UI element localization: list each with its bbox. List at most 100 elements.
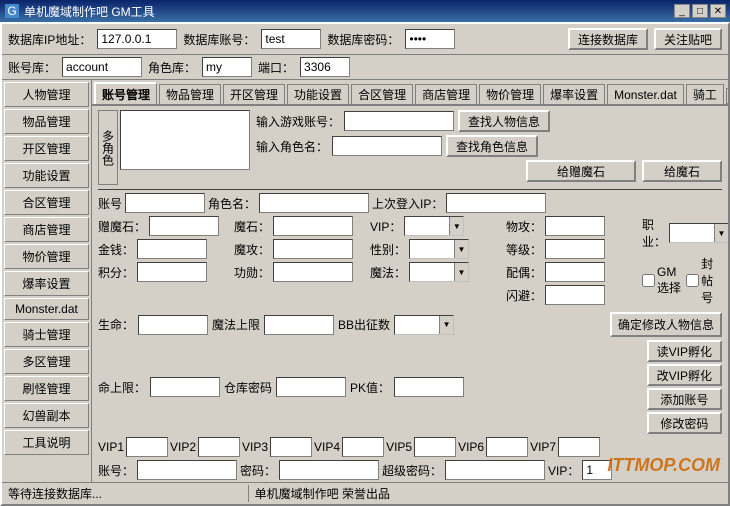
demon-stone-input[interactable] — [149, 216, 219, 236]
tab-drop[interactable]: 爆率设置 — [543, 84, 605, 104]
magic-attack-row: 魔攻： — [234, 239, 366, 259]
sidebar-item-fantasy[interactable]: 幻兽副本 — [4, 403, 89, 428]
tab-knight[interactable]: 骑工 — [686, 84, 724, 104]
bb-label: BB出征数 — [338, 316, 390, 333]
magic-max-input[interactable] — [264, 315, 334, 335]
role-input[interactable] — [202, 57, 252, 77]
magic-attack-input[interactable] — [273, 239, 353, 259]
gm-select-label[interactable]: GM选择 — [642, 265, 683, 296]
role-name-input[interactable] — [259, 193, 369, 213]
partner-input[interactable] — [545, 262, 605, 282]
account-input[interactable] — [62, 57, 142, 77]
vip1-input[interactable] — [126, 437, 168, 457]
db-password-input[interactable] — [405, 29, 455, 49]
minimize-button[interactable]: _ — [674, 4, 690, 18]
connect-db-button[interactable]: 连接数据库 — [568, 28, 648, 50]
db-password-label: 数据库密码： — [327, 31, 399, 48]
life-limit-input[interactable] — [150, 377, 220, 397]
last-login-input[interactable] — [446, 193, 546, 213]
tab-function[interactable]: 功能设置 — [287, 84, 349, 104]
bottom-account-label: 账号： — [98, 462, 134, 479]
level-label: 等级： — [506, 241, 542, 258]
seal-label[interactable]: 封帖号 — [686, 255, 722, 306]
tab-account[interactable]: 账号管理 — [94, 82, 157, 104]
change-vip-button[interactable]: 改VIP孵化 — [647, 364, 722, 386]
read-vip-button[interactable]: 读VIP孵化 — [647, 340, 722, 362]
pk-value-input[interactable] — [394, 377, 464, 397]
flash-input[interactable] — [545, 285, 605, 305]
vip5-input[interactable] — [414, 437, 456, 457]
sidebar-item-person[interactable]: 人物管理 — [4, 82, 89, 107]
vip2-input[interactable] — [198, 437, 240, 457]
vip4-input[interactable] — [342, 437, 384, 457]
close-button[interactable]: ✕ — [710, 4, 726, 18]
tab-item[interactable]: 物品管理 — [159, 84, 221, 104]
magic-stone-input[interactable] — [273, 216, 353, 236]
db-account-input[interactable] — [261, 29, 321, 49]
sidebar-item-knight[interactable]: 骑士管理 — [4, 322, 89, 347]
sidebar-item-merge[interactable]: 合区管理 — [4, 190, 89, 215]
main-content: 账号管理 物品管理 开区管理 功能设置 合区管理 商店管理 物价管理 爆率设置 … — [92, 80, 728, 486]
bottom-account-input[interactable] — [137, 460, 237, 480]
gold-input[interactable] — [137, 239, 207, 259]
multi-char-box[interactable] — [120, 110, 250, 170]
vip-select-wrapper: 123456 ▼ — [404, 216, 464, 236]
sidebar-item-open[interactable]: 开区管理 — [4, 136, 89, 161]
sidebar-item-drop[interactable]: 爆率设置 — [4, 271, 89, 296]
tab-open[interactable]: 开区管理 — [223, 84, 285, 104]
find-person-button[interactable]: 查找人物信息 — [458, 110, 550, 132]
port-input[interactable] — [300, 57, 350, 77]
merit-input[interactable] — [273, 262, 353, 282]
phy-attack-input[interactable] — [545, 216, 605, 236]
magic-label: 魔法： — [370, 264, 406, 281]
tab-prev-button[interactable]: ◀ — [726, 88, 728, 104]
sidebar-item-help[interactable]: 工具说明 — [4, 430, 89, 455]
life-input[interactable] — [138, 315, 208, 335]
tab-merge[interactable]: 合区管理 — [351, 84, 413, 104]
score-input[interactable] — [137, 262, 207, 282]
add-account-button[interactable]: 添加账号 — [647, 388, 722, 410]
game-account-input[interactable] — [344, 111, 454, 131]
sidebar-item-monster[interactable]: Monster.dat — [4, 298, 89, 320]
sidebar-item-function[interactable]: 功能设置 — [4, 163, 89, 188]
sidebar-item-spawn[interactable]: 刷怪管理 — [4, 376, 89, 401]
flash-row: 闪避： — [506, 285, 638, 305]
db-ip-input[interactable] — [97, 29, 177, 49]
confirm-modify-button[interactable]: 确定修改人物信息 — [610, 312, 722, 337]
tab-shop[interactable]: 商店管理 — [415, 84, 477, 104]
sidebar-item-shop[interactable]: 商店管理 — [4, 217, 89, 242]
gender-select[interactable]: 男女 — [409, 239, 469, 259]
magic-attack-label: 魔攻： — [234, 241, 270, 258]
top-bar: 数据库IP地址： 数据库账号： 数据库密码： 连接数据库 关注贴吧 — [2, 24, 728, 55]
level-row: 等级： — [506, 239, 638, 259]
seal-checkbox[interactable] — [686, 274, 699, 287]
window-title: 单机魔域制作吧 GM工具 — [24, 3, 674, 20]
super-pwd-input[interactable] — [445, 460, 545, 480]
give-demon-stone-button[interactable]: 给魔石 — [642, 160, 722, 182]
pk-value-label: PK值： — [350, 379, 390, 396]
tab-price[interactable]: 物价管理 — [479, 84, 541, 104]
find-role-button[interactable]: 查找角色信息 — [446, 135, 538, 157]
tab-monster[interactable]: Monster.dat — [607, 84, 684, 104]
magic-select[interactable] — [409, 262, 469, 282]
account-field-input[interactable] — [125, 193, 205, 213]
gm-select-checkbox[interactable] — [642, 274, 655, 287]
gift-demon-stone-button[interactable]: 给赠魔石 — [526, 160, 636, 182]
level-input[interactable] — [545, 239, 605, 259]
password-input[interactable] — [279, 460, 379, 480]
sidebar-item-item[interactable]: 物品管理 — [4, 109, 89, 134]
bb-select[interactable] — [394, 315, 454, 335]
attention-btn[interactable]: 关注贴吧 — [654, 28, 722, 50]
maximize-button[interactable]: □ — [692, 4, 708, 18]
vip3-input[interactable] — [270, 437, 312, 457]
warehouse-pwd-input[interactable] — [276, 377, 346, 397]
sidebar-item-price[interactable]: 物价管理 — [4, 244, 89, 269]
job-select[interactable]: 战士法师道士弓手 — [669, 223, 728, 243]
vip-select[interactable]: 123456 — [404, 216, 464, 236]
input-role-input[interactable] — [332, 136, 442, 156]
change-pwd-button[interactable]: 修改密码 — [647, 412, 722, 434]
sidebar-item-multizone[interactable]: 多区管理 — [4, 349, 89, 374]
flash-label: 闪避： — [506, 287, 542, 304]
vip7-input[interactable] — [558, 437, 600, 457]
vip6-input[interactable] — [486, 437, 528, 457]
